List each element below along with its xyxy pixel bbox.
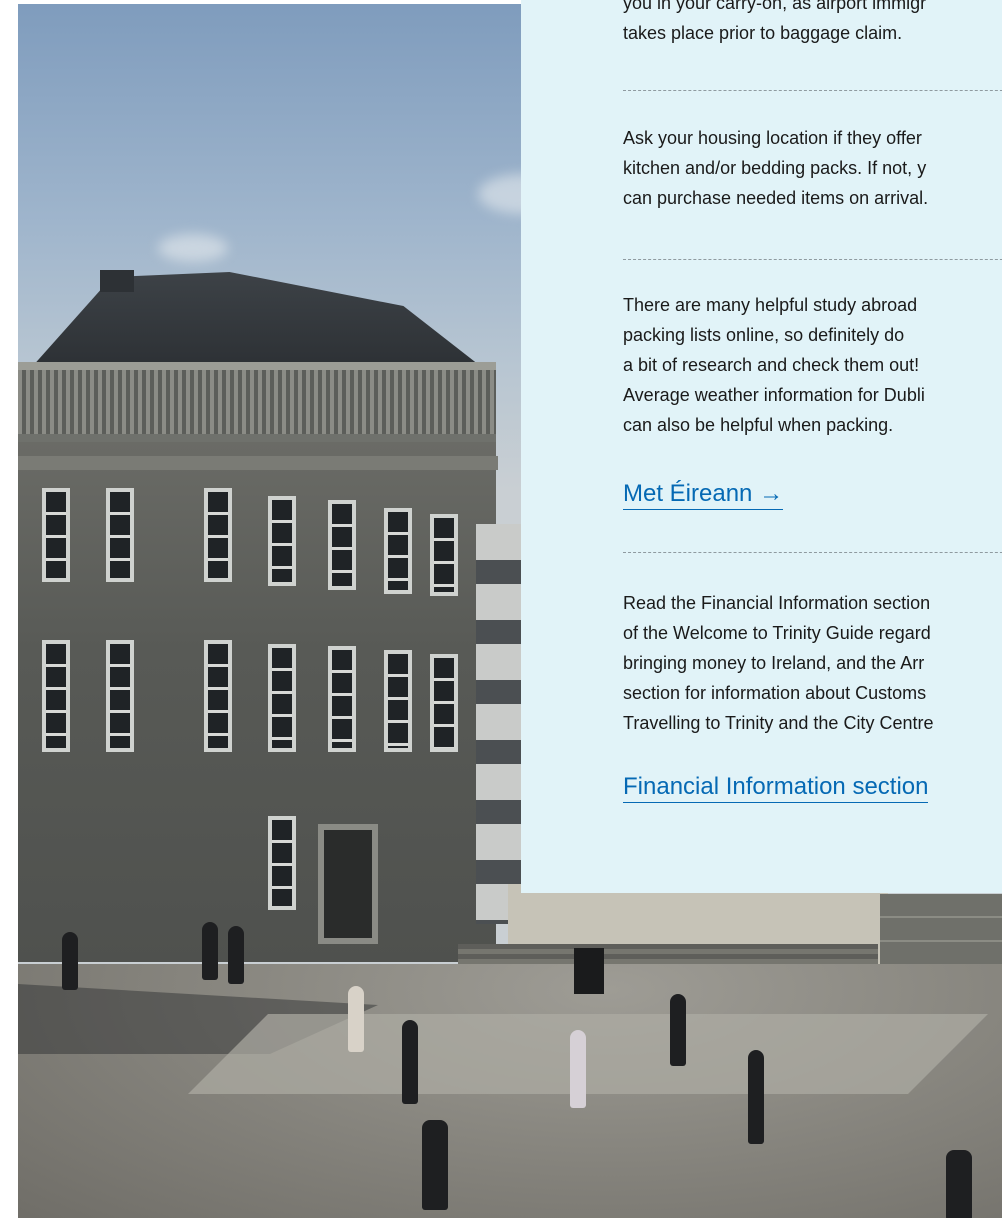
- building-window: [42, 488, 70, 582]
- info-text-line: Travelling to Trinity and the City Centr…: [623, 713, 934, 733]
- info-block-carry-on: you in your carry-on, as airport immigr …: [623, 0, 926, 48]
- info-text-line: takes place prior to baggage claim.: [623, 23, 903, 43]
- building-window: [268, 816, 296, 910]
- pedestrian: [202, 922, 218, 980]
- info-panel: you in your carry-on, as airport immigr …: [521, 0, 1002, 893]
- building-cornice: [18, 456, 498, 470]
- section-divider: [623, 90, 1002, 91]
- info-text-line: packing lists online, so definitely do: [623, 325, 905, 345]
- pedestrian: [670, 994, 686, 1066]
- building-doorway: [318, 824, 378, 944]
- info-text-line: a bit of research and check them out!: [623, 355, 920, 375]
- pedestrian: [62, 932, 78, 990]
- pedestrian: [748, 1050, 764, 1144]
- building-roof: [27, 272, 488, 372]
- building-window: [328, 500, 356, 590]
- financial-information-link[interactable]: Financial Information section: [623, 772, 929, 803]
- building-window: [328, 646, 356, 752]
- building-window: [268, 644, 296, 752]
- met-eireann-link[interactable]: Met Éireann →: [623, 479, 784, 510]
- building-window: [384, 650, 412, 752]
- building-balustrade: [18, 362, 496, 442]
- info-block-housing: Ask your housing location if they offer …: [623, 123, 928, 213]
- building-window: [268, 496, 296, 586]
- pedestrian: [570, 1030, 586, 1108]
- building-window: [106, 488, 134, 582]
- building-window: [42, 640, 70, 752]
- info-text-line: section for information about Customs: [623, 683, 927, 703]
- info-text-line: of the Welcome to Trinity Guide regard: [623, 623, 931, 643]
- info-text-line: you in your carry-on, as airport immigr: [623, 0, 927, 13]
- pedestrian: [228, 926, 244, 984]
- info-block-packing: There are many helpful study abroad pack…: [623, 290, 925, 440]
- info-text-line: There are many helpful study abroad: [623, 295, 918, 315]
- stone-path: [188, 1014, 988, 1094]
- building-window: [384, 508, 412, 594]
- building-chimney: [100, 270, 134, 292]
- pedestrian: [348, 986, 364, 1052]
- building-facade: [18, 442, 496, 962]
- info-text-line: Read the Financial Information section: [623, 593, 931, 613]
- pedestrian: [946, 1150, 972, 1218]
- info-text-line: can purchase needed items on arrival.: [623, 188, 929, 208]
- building-window: [204, 640, 232, 752]
- pedestrian: [422, 1120, 448, 1210]
- section-divider: [623, 552, 1002, 553]
- pedestrian: [402, 1020, 418, 1104]
- info-text-line: can also be helpful when packing.: [623, 415, 894, 435]
- section-divider: [623, 259, 1002, 260]
- info-block-financial: Read the Financial Information section o…: [623, 588, 933, 738]
- building-window: [106, 640, 134, 752]
- info-text-line: Average weather information for Dubli: [623, 385, 925, 405]
- building-window: [204, 488, 232, 582]
- building-window: [430, 514, 458, 596]
- rubbish-bin: [574, 948, 604, 994]
- building-window: [430, 654, 458, 752]
- info-text-line: kitchen and/or bedding packs. If not, y: [623, 158, 927, 178]
- info-text-line: bringing money to Ireland, and the Arr: [623, 653, 925, 673]
- info-text-line: Ask your housing location if they offer: [623, 128, 922, 148]
